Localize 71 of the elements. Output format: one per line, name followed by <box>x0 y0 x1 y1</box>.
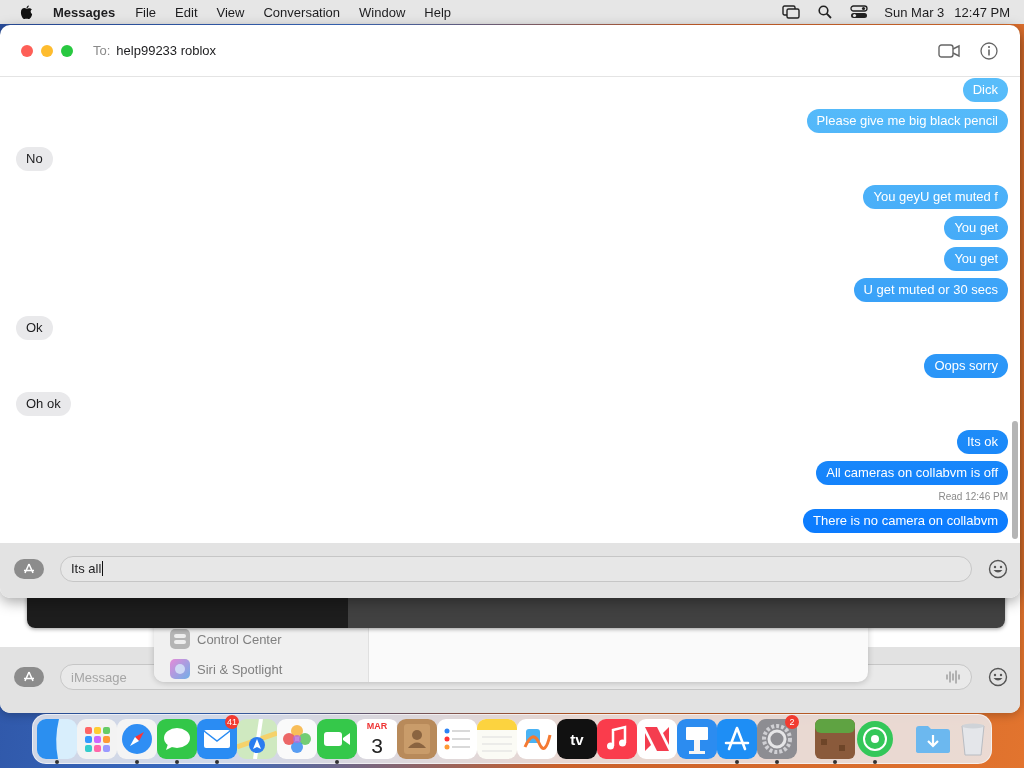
calendar-icon[interactable]: MAR 3 <box>357 719 397 759</box>
menu-item[interactable]: View <box>216 4 245 20</box>
close-button[interactable] <box>21 44 33 57</box>
control-center-icon[interactable] <box>850 5 869 19</box>
menu-item[interactable]: Help <box>424 4 452 20</box>
menu-date[interactable]: Sun Mar 3 <box>884 4 945 20</box>
scrollbar[interactable] <box>1012 421 1018 539</box>
tv-label: tv <box>570 731 584 748</box>
search-icon[interactable] <box>818 5 833 19</box>
emoji-icon[interactable] <box>988 558 1008 579</box>
launchpad-icon[interactable] <box>77 719 117 759</box>
read-receipt: Read 12:46 PM <box>938 491 1008 503</box>
sent-message: Dick <box>962 78 1008 102</box>
music-note-icon[interactable] <box>597 719 637 759</box>
radar-icon[interactable] <box>855 719 895 759</box>
video-camera-icon[interactable] <box>938 43 960 58</box>
menu-item[interactable]: Conversation <box>263 4 341 20</box>
podium-icon[interactable] <box>677 719 717 759</box>
sent-message: Its ok <box>956 430 1008 454</box>
received-message: No <box>16 147 53 171</box>
info-icon[interactable] <box>980 41 998 60</box>
compass-icon[interactable] <box>117 719 157 759</box>
tv-icon[interactable]: tv <box>557 719 597 759</box>
app-store-icon[interactable] <box>717 719 757 759</box>
sent-message: You geyU get muted f <box>863 185 1008 209</box>
drawing-board-icon[interactable] <box>517 719 557 759</box>
notification-badge: 41 <box>225 715 239 729</box>
waveform-icon[interactable] <box>945 670 961 684</box>
envelope-icon[interactable] <box>197 719 237 759</box>
calendar-day: 3 <box>371 734 383 757</box>
toggles-icon <box>170 629 190 649</box>
minimize-button[interactable] <box>41 44 53 57</box>
flower-icon[interactable] <box>277 719 317 759</box>
screen-mirroring-icon[interactable] <box>782 5 801 19</box>
zoom-button[interactable] <box>61 44 73 57</box>
menu-item[interactable]: Edit <box>175 4 198 20</box>
received-message: Ok <box>16 316 53 340</box>
recipient-field[interactable]: help99233 roblox <box>116 43 217 58</box>
grass-block-icon[interactable] <box>815 719 855 759</box>
app-store-icon <box>23 671 35 683</box>
app-menu[interactable]: Messages <box>53 4 116 20</box>
apps-button[interactable] <box>14 667 44 687</box>
menu-item[interactable]: Window <box>359 4 406 20</box>
gear-icon[interactable] <box>757 719 797 759</box>
chat-bubble-icon[interactable] <box>157 719 197 759</box>
apps-button[interactable] <box>14 558 44 579</box>
emoji-icon[interactable] <box>988 667 1008 687</box>
settings-sidebar-item[interactable]: Control Center <box>170 629 368 649</box>
app-store-icon <box>23 562 35 575</box>
checklist-icon[interactable] <box>437 719 477 759</box>
news-icon[interactable] <box>637 719 677 759</box>
finder-icon[interactable] <box>37 719 77 759</box>
calendar-month: MAR <box>366 721 388 731</box>
orb-icon <box>170 659 190 679</box>
apple-icon[interactable] <box>20 4 33 20</box>
sent-message: You get <box>944 216 1008 240</box>
received-message: Oh ok <box>16 392 71 416</box>
map-icon[interactable] <box>237 719 277 759</box>
contacts-icon[interactable] <box>397 719 437 759</box>
settings-sidebar-item[interactable]: Siri & Spotlight <box>170 659 368 679</box>
sent-message: All cameras on collabvm is off <box>816 461 1008 485</box>
sent-message: There is no camera on collabvm <box>803 509 1008 533</box>
sent-message: U get muted or 30 secs <box>853 278 1008 302</box>
menu-time[interactable]: 12:47 PM <box>954 4 1010 20</box>
to-label: To: <box>93 43 111 58</box>
sent-message: Oops sorry <box>924 354 1008 378</box>
message-field[interactable]: Its all <box>60 555 972 582</box>
sent-message: You get <box>944 247 1008 271</box>
notification-badge: 2 <box>785 715 799 729</box>
menu-item[interactable]: File <box>135 4 157 20</box>
sent-message: Please give me big black pencil <box>806 109 1008 133</box>
